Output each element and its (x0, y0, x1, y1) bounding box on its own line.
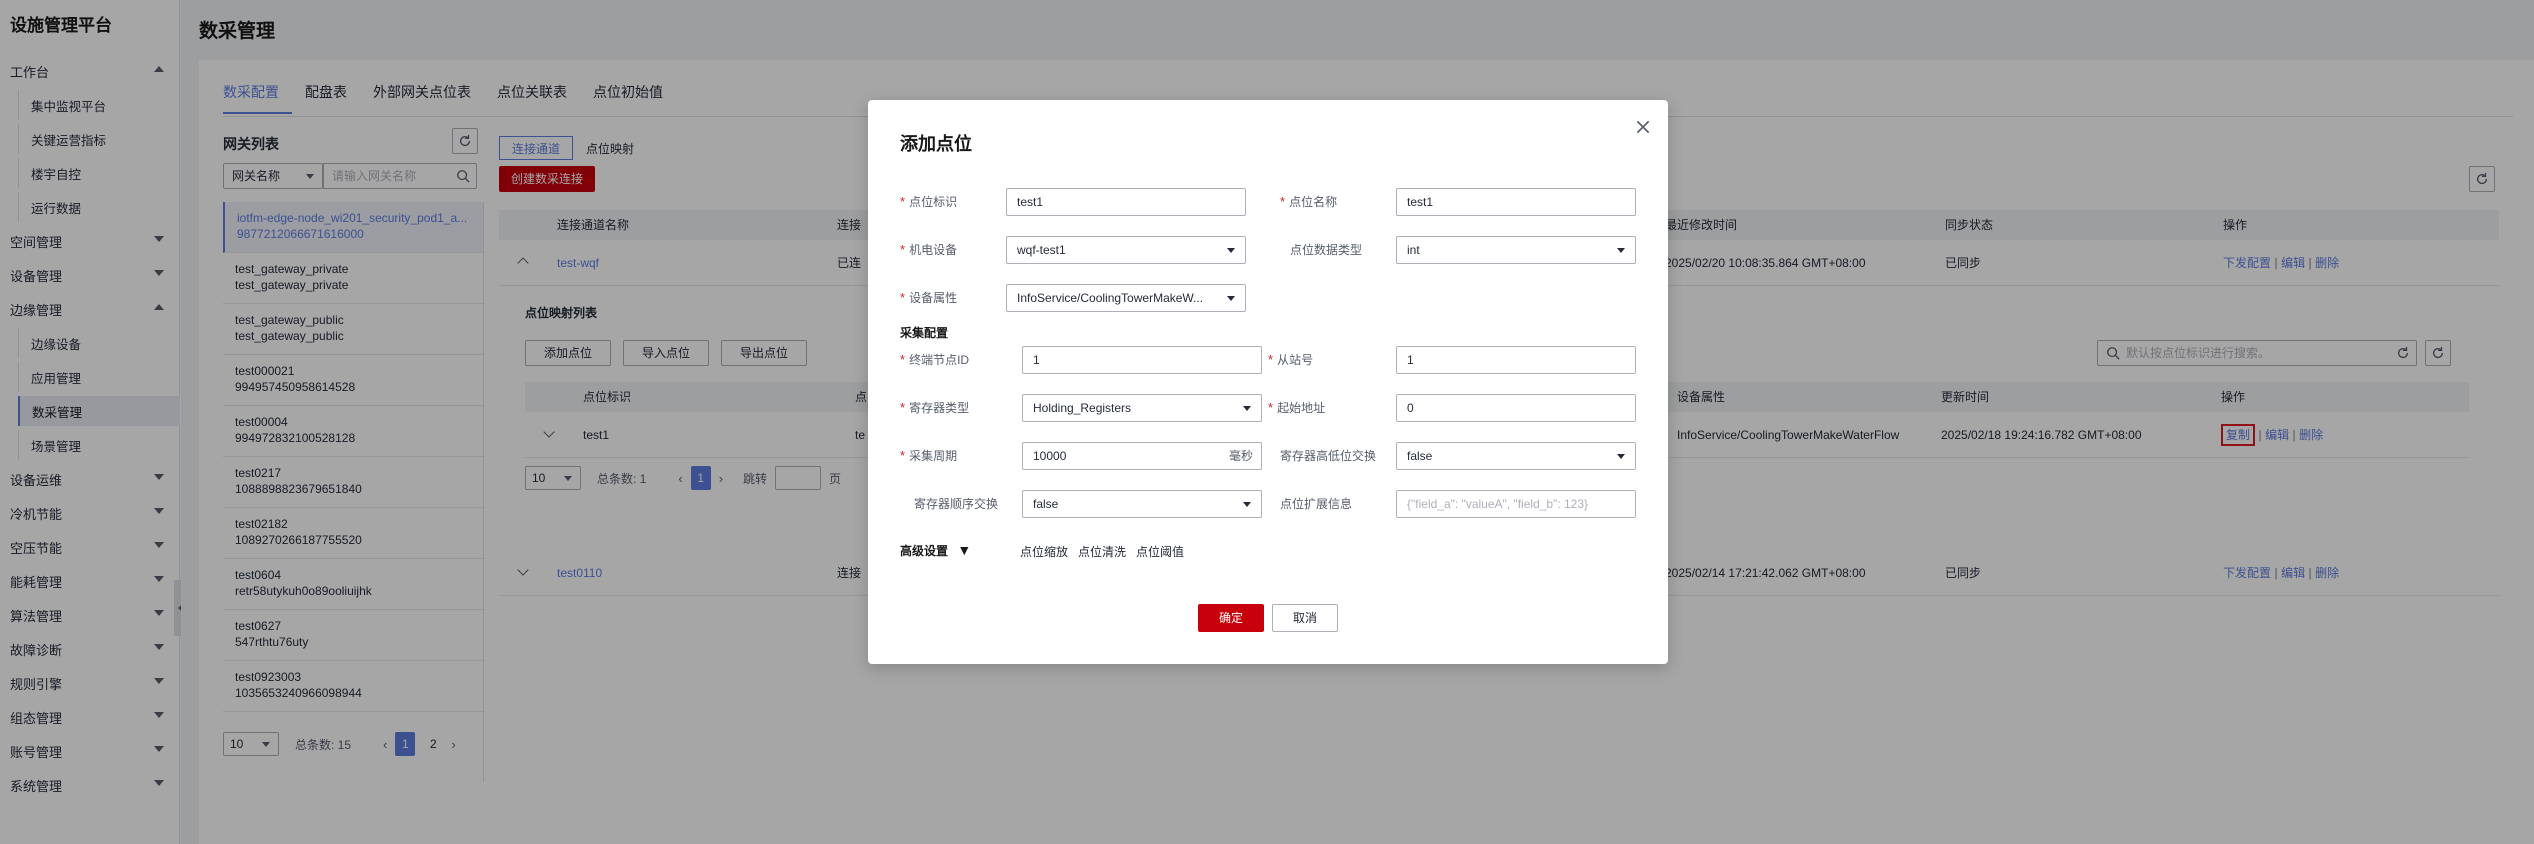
dialog-title: 添加点位 (900, 134, 972, 154)
attr-label: * 设备属性 (900, 290, 958, 305)
select-value: Holding_Registers (1033, 401, 1132, 415)
data-type-label: 点位数据类型 (1290, 243, 1363, 257)
point-threshold-link[interactable]: 点位阈值 (1136, 543, 1184, 560)
point-name-label: * 点位名称 (1280, 194, 1338, 209)
ext-info-label: 点位扩展信息 (1280, 497, 1353, 511)
point-scale-link[interactable]: 点位缩放 (1020, 543, 1068, 560)
slave-label: * 从站号 (1268, 352, 1314, 367)
period-field[interactable]: 10000 毫秒 (1022, 442, 1262, 470)
point-clean-link[interactable]: 点位清洗 (1078, 543, 1126, 560)
reg-type-select[interactable]: Holding_Registers (1022, 394, 1262, 422)
device-select[interactable]: wqf-test1 (1006, 236, 1246, 264)
chevron-down-icon (1243, 502, 1251, 507)
point-name-field[interactable]: test1 (1396, 188, 1636, 216)
swap-hl-select[interactable]: false (1396, 442, 1636, 470)
chevron-down-icon (1617, 248, 1625, 253)
node-id-field[interactable]: 1 (1022, 346, 1262, 374)
slave-field[interactable]: 1 (1396, 346, 1636, 374)
point-id-label: * 点位标识 (900, 194, 958, 209)
swap-hl-label: 寄存器高低位交换 (1280, 449, 1377, 463)
swap-order-select[interactable]: false (1022, 490, 1262, 518)
select-value: InfoService/CoolingTowerMakeW... (1017, 291, 1204, 305)
start-addr-label: * 起始地址 (1268, 400, 1326, 415)
cancel-button[interactable]: 取消 (1272, 604, 1338, 632)
triangle-down-icon: ▼ (957, 542, 972, 558)
chevron-down-icon (1617, 454, 1625, 459)
start-addr-field[interactable]: 0 (1396, 394, 1636, 422)
select-value: false (1407, 449, 1433, 463)
select-value: wqf-test1 (1017, 243, 1066, 257)
chevron-down-icon (1227, 248, 1235, 253)
advanced-settings-toggle[interactable]: 高级设置 ▼ (900, 542, 971, 559)
ext-info-field[interactable]: {"field_a": "valueA", "field_b": 123} (1396, 490, 1636, 518)
confirm-button[interactable]: 确定 (1198, 604, 1264, 632)
node-id-label: * 终端节点ID (900, 352, 970, 367)
chevron-down-icon (1227, 296, 1235, 301)
period-label: * 采集周期 (900, 448, 958, 463)
select-value: int (1407, 243, 1420, 257)
select-value: false (1033, 497, 1059, 511)
close-icon[interactable] (1634, 118, 1652, 136)
collection-group-title: 采集配置 (900, 326, 949, 340)
device-label: * 机电设备 (900, 242, 958, 257)
period-value: 10000 (1033, 449, 1067, 463)
add-point-dialog: 添加点位 * 点位标识 test1 * 点位名称 test1 * 机电设备 wqf-t… (868, 100, 1668, 664)
advanced-label: 高级设置 (900, 544, 949, 558)
data-type-select[interactable]: int (1396, 236, 1636, 264)
point-id-field[interactable]: test1 (1006, 188, 1246, 216)
swap-order-label: 寄存器顺序交换 (914, 497, 999, 511)
attr-select[interactable]: InfoService/CoolingTowerMakeW... (1006, 284, 1246, 312)
period-unit: 毫秒 (1228, 449, 1253, 463)
reg-type-label: * 寄存器类型 (900, 400, 970, 415)
chevron-down-icon (1243, 406, 1251, 411)
